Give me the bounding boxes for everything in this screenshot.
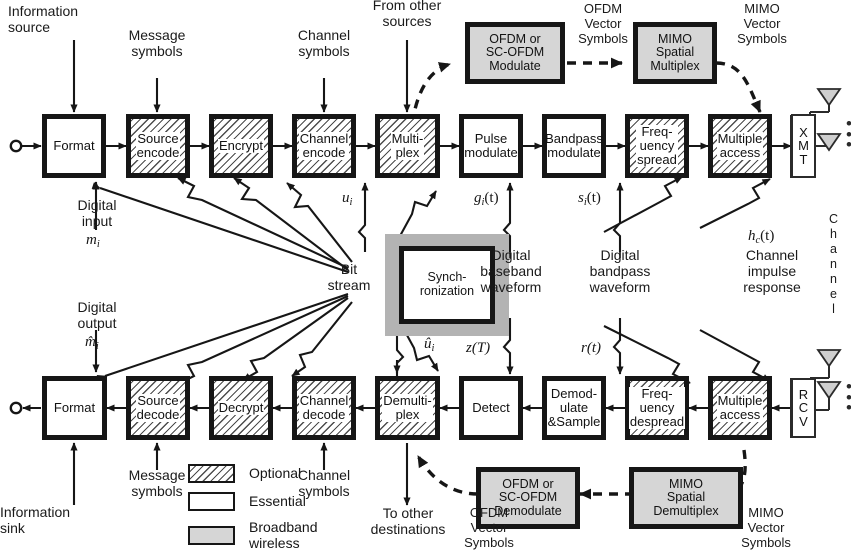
block-label: Multi- plex xyxy=(390,131,425,160)
block-label: Encrypt xyxy=(217,138,265,154)
label-channel-impulse-response: Channel impulse response xyxy=(743,247,801,295)
block-decrypt[interactable]: Decrypt xyxy=(209,376,273,440)
block-label: Format xyxy=(53,400,96,416)
block-label: Freq- uency spread xyxy=(636,124,678,167)
label-channel-vertical: Channel xyxy=(826,212,841,317)
label-message-symbols-top: Message symbols xyxy=(128,27,186,59)
block-detect[interactable]: Detect xyxy=(459,376,523,440)
block-format-rx[interactable]: Format xyxy=(42,376,107,440)
block-label: Channel encode xyxy=(298,131,350,160)
block-label: Channel decode xyxy=(298,393,350,422)
label-u-hat-i: ûi xyxy=(424,336,435,354)
label-s-i-t: si(t) xyxy=(578,190,601,208)
label-digital-baseband-waveform: Digital baseband waveform xyxy=(480,247,542,295)
block-label: Multiple access xyxy=(716,393,764,422)
block-format-tx[interactable]: Format xyxy=(42,114,106,178)
block-channel-decode[interactable]: Channel decode xyxy=(292,376,356,440)
block-label: Freq- uency despread xyxy=(628,386,686,429)
block-demultiplex[interactable]: Demulti- plex xyxy=(375,376,440,440)
legend-label-essential: Essential xyxy=(249,492,306,509)
label-ofdm-vector-symbols-top: OFDM Vector Symbols xyxy=(578,1,628,46)
label-bit-stream: Bit stream xyxy=(327,261,371,293)
block-label: Demulti- plex xyxy=(382,393,433,422)
label-digital-bandpass-waveform: Digital bandpass waveform xyxy=(589,247,651,295)
block-label: Bandpass modulate xyxy=(545,131,603,160)
receiver-antenna-box[interactable]: R C V xyxy=(791,378,816,438)
legend-label-broadband: Broadband wireless xyxy=(249,519,318,551)
block-label: Demod- ulate &Sample xyxy=(547,386,601,429)
block-label: Source encode xyxy=(135,131,181,160)
block-multiplex[interactable]: Multi- plex xyxy=(375,114,440,178)
label-z-T: z(T) xyxy=(466,340,491,356)
block-label: MIMO Spatial Demultiplex xyxy=(653,477,719,518)
label-m-i: mi xyxy=(86,232,100,250)
label-mimo-vector-symbols-top: MIMO Vector Symbols xyxy=(737,1,787,46)
legend-swatch-essential xyxy=(188,492,235,511)
label-g-i-t: gi(t) xyxy=(474,190,499,208)
legend-row-broadband: Broadband wireless xyxy=(188,519,318,551)
label-digital-input: Digital input xyxy=(77,197,117,229)
label-ofdm-vector-symbols-bottom: OFDM Vector Symbols xyxy=(464,505,514,550)
block-label: Detect xyxy=(472,400,510,416)
legend: Optional Essential Broadband wireless xyxy=(188,464,368,551)
label-u-i: ui xyxy=(342,190,353,208)
label-information-sink: Information sink xyxy=(0,504,71,536)
communication-system-diagram: Format Source encode Encrypt Channel enc… xyxy=(0,0,851,557)
block-source-encode[interactable]: Source encode xyxy=(126,114,190,178)
transmitter-label: X M T xyxy=(798,125,809,167)
legend-row-essential: Essential xyxy=(188,492,306,511)
label-m-hat-i: m̂i xyxy=(85,334,99,352)
block-bandpass-modulate[interactable]: Bandpass modulate xyxy=(542,114,606,178)
label-r-t: r(t) xyxy=(581,340,601,356)
block-source-decode[interactable]: Source decode xyxy=(126,376,190,440)
legend-swatch-optional xyxy=(188,464,235,483)
legend-row-optional: Optional xyxy=(188,464,301,483)
block-label: Decrypt xyxy=(217,400,265,416)
block-label: Format xyxy=(53,138,95,154)
block-mimo-spatial-demultiplex[interactable]: MIMO Spatial Demultiplex xyxy=(629,467,743,529)
label-from-other-sources: From other sources xyxy=(372,0,442,29)
block-pulse-modulate[interactable]: Pulse modulate xyxy=(459,114,523,178)
label-digital-output: Digital output xyxy=(77,299,117,331)
block-label: Multiple access xyxy=(716,131,764,160)
transmitter-antenna-box[interactable]: X M T xyxy=(791,114,816,178)
block-demodulate-sample[interactable]: Demod- ulate &Sample xyxy=(542,376,606,440)
block-frequency-spread[interactable]: Freq- uency spread xyxy=(625,114,689,178)
legend-swatch-broadband xyxy=(188,526,235,546)
tx-antenna-ellipsis: • • • xyxy=(844,115,851,153)
block-label: Source decode xyxy=(135,393,181,422)
block-label: MIMO Spatial Multiplex xyxy=(650,32,700,73)
block-channel-encode[interactable]: Channel encode xyxy=(292,114,356,178)
block-encrypt[interactable]: Encrypt xyxy=(209,114,273,178)
receiver-label: R C V xyxy=(798,387,809,429)
label-mimo-vector-symbols-bottom: MIMO Vector Symbols xyxy=(741,505,791,550)
block-frequency-despread[interactable]: Freq- uency despread xyxy=(625,376,689,440)
block-mimo-spatial-multiplex[interactable]: MIMO Spatial Multiplex xyxy=(633,22,717,84)
label-h-c-t: hc(t) xyxy=(748,228,775,246)
block-ofdm-modulate[interactable]: OFDM or SC-OFDM Modulate xyxy=(465,22,565,84)
block-label: Pulse modulate xyxy=(464,131,518,160)
rx-antenna-ellipsis: • • • xyxy=(844,378,851,416)
block-multiple-access-tx[interactable]: Multiple access xyxy=(708,114,772,178)
block-multiple-access-rx[interactable]: Multiple access xyxy=(708,376,772,440)
block-label: OFDM or SC-OFDM Modulate xyxy=(485,32,545,73)
legend-label-optional: Optional xyxy=(249,464,302,481)
label-channel-symbols-top: Channel symbols xyxy=(297,27,351,59)
